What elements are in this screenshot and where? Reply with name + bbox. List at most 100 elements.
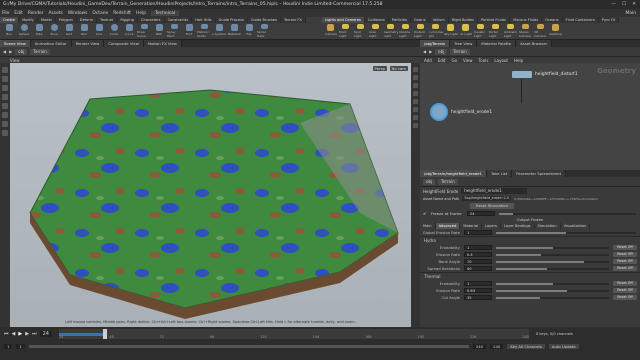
- area-light-tool[interactable]: Area Light: [369, 24, 383, 38]
- range-end-field[interactable]: 240: [472, 343, 487, 349]
- tab-main[interactable]: Main: [420, 223, 436, 229]
- hydro-param-slider[interactable]: [496, 260, 609, 263]
- main-desktop-selector[interactable]: Main: [626, 11, 636, 16]
- null-tool[interactable]: Null: [77, 24, 91, 38]
- distant-light-tool[interactable]: Distant Light: [414, 24, 428, 38]
- hydro-param-field[interactable]: 70: [464, 259, 492, 264]
- display-option-icon[interactable]: [413, 91, 418, 96]
- portal-light-tool[interactable]: Portal Light: [489, 24, 503, 38]
- select-tool-icon[interactable]: [2, 67, 8, 73]
- tube-tool[interactable]: Tube: [32, 24, 46, 38]
- hydro-param-slider[interactable]: [496, 267, 609, 270]
- tab-render-view[interactable]: Render View: [71, 40, 105, 47]
- reset-off-button[interactable]: Reset Off: [613, 252, 637, 257]
- menu-assets[interactable]: Assets: [49, 11, 63, 16]
- draw-curve-tool[interactable]: Draw Curve: [137, 24, 151, 38]
- tab-advanced[interactable]: Advanced: [435, 223, 461, 229]
- reset-simulation-button[interactable]: Reset Simulation: [470, 203, 515, 209]
- grid-tool[interactable]: Grid: [62, 24, 76, 38]
- back-icon[interactable]: ◀: [3, 49, 6, 54]
- forward-icon[interactable]: ▶: [9, 49, 12, 54]
- switcher-tool[interactable]: Switcher: [549, 24, 563, 38]
- tab-layer-bindings[interactable]: Layer Bindings: [500, 223, 535, 229]
- box-tool[interactable]: Box: [2, 24, 16, 38]
- line-tool[interactable]: Line: [92, 24, 106, 38]
- spot-light-tool[interactable]: Spot Light: [354, 24, 368, 38]
- path-crumb-obj[interactable]: obj: [423, 178, 436, 185]
- tab-material[interactable]: Material: [460, 223, 482, 229]
- menu-redshift[interactable]: Redshift: [113, 11, 131, 16]
- display-option-icon[interactable]: [413, 67, 418, 72]
- hydro-param-field[interactable]: 1: [464, 245, 492, 250]
- thermal-param-slider[interactable]: [496, 296, 609, 299]
- path-crumb-node[interactable]: Terrain: [30, 48, 50, 55]
- range-end-field-2[interactable]: 240: [490, 343, 504, 349]
- thermal-param-field[interactable]: 35: [464, 295, 492, 300]
- platonic-tool[interactable]: Platonic Solids: [197, 24, 211, 38]
- volume-light-tool[interactable]: Volume Light: [399, 24, 413, 38]
- ambient-light-tool[interactable]: Ambient Light: [504, 24, 518, 38]
- thermal-param-field[interactable]: 0.63: [464, 288, 492, 293]
- display-option-icon[interactable]: [413, 83, 418, 88]
- reset-off-button[interactable]: Reset Off: [613, 295, 637, 300]
- tab-visualization[interactable]: Visualization: [560, 223, 591, 229]
- camera-tool[interactable]: Camera: [324, 24, 338, 38]
- view-tool-icon[interactable]: [2, 121, 8, 127]
- display-option-icon[interactable]: [413, 123, 418, 128]
- thermal-param-field[interactable]: 1: [464, 281, 492, 286]
- display-option-icon[interactable]: [413, 107, 418, 112]
- tab-motion-fx-view[interactable]: Motion FX View: [143, 40, 182, 47]
- node-heightfield-distort[interactable]: heightfield_distort1: [512, 71, 578, 78]
- sphere-tool[interactable]: Sphere: [17, 24, 31, 38]
- torus-tool[interactable]: Torus: [47, 24, 61, 38]
- metaball-tool[interactable]: Metaball: [227, 24, 241, 38]
- range-start-field-2[interactable]: 1: [16, 343, 25, 349]
- spiral-tool[interactable]: Spiral Helix: [257, 24, 271, 38]
- node-name-field[interactable]: heightfield_erode1: [461, 188, 528, 194]
- persp-menu[interactable]: Persp: [372, 66, 387, 71]
- hydro-param-field[interactable]: 40: [464, 266, 492, 271]
- path-crumb-node[interactable]: Terrain: [438, 178, 458, 185]
- camera-menu[interactable]: No cam: [389, 66, 408, 71]
- menu-file[interactable]: File: [2, 11, 9, 16]
- path-tool[interactable]: Path: [152, 24, 166, 38]
- file-tool[interactable]: File: [242, 24, 256, 38]
- stereo-camera-tool[interactable]: Stereo Camera: [519, 24, 533, 38]
- display-option-icon[interactable]: [413, 115, 418, 120]
- lsystem-tool[interactable]: L-System: [212, 24, 226, 38]
- maximize-icon[interactable]: ☐: [622, 2, 626, 7]
- freeze-checkbox[interactable]: ✔: [420, 211, 431, 216]
- tab-simulation[interactable]: Simulation: [534, 223, 561, 229]
- tab-scene-view[interactable]: Scene View: [0, 40, 31, 47]
- tab-parameters[interactable]: /obj/Terrain/heightfield_erode1: [420, 170, 487, 177]
- menu-octane[interactable]: Octane: [92, 11, 108, 16]
- caustic-light-tool[interactable]: Caustic Light: [474, 24, 488, 38]
- node-heightfield-erode[interactable]: heightfield_erode1: [430, 103, 492, 121]
- time-slider[interactable]: 24 48 72 96 120 144 168 192 216 240: [58, 329, 529, 339]
- step-forward-icon[interactable]: ▶: [25, 331, 29, 337]
- hydro-param-slider[interactable]: [496, 246, 609, 249]
- tab-parameter-spreadsheet[interactable]: Parameter Spreadsheet: [512, 170, 567, 177]
- tab-asset-browser[interactable]: Asset Browser: [516, 40, 553, 47]
- build-selector[interactable]: Technical: [151, 10, 180, 16]
- spray-paint-tool[interactable]: Spray Paint: [167, 24, 181, 38]
- tab-tree-view[interactable]: Tree View: [450, 40, 478, 47]
- reset-off-button[interactable]: Reset Off: [613, 288, 637, 293]
- curve-tool[interactable]: Curve: [122, 24, 136, 38]
- menu-edit[interactable]: Edit: [14, 11, 23, 16]
- path-crumb-node[interactable]: Terrain: [450, 48, 470, 55]
- snap-tool-icon[interactable]: [2, 130, 8, 136]
- display-option-icon[interactable]: [413, 75, 418, 80]
- font-tool[interactable]: Font: [182, 24, 196, 38]
- path-crumb-obj[interactable]: obj: [15, 48, 28, 55]
- play-icon[interactable]: ▶: [18, 331, 22, 337]
- tab-layers[interactable]: Layers: [481, 223, 501, 229]
- handle-tool-icon[interactable]: [2, 103, 8, 109]
- hydro-param-slider[interactable]: [496, 253, 609, 256]
- thermal-section[interactable]: Thermal: [420, 272, 640, 280]
- last-frame-icon[interactable]: ⏭: [32, 331, 37, 337]
- tab-animation-editor[interactable]: Animation Editor: [30, 40, 72, 47]
- tab-material-palette[interactable]: Material Palette: [477, 40, 517, 47]
- menu-windows[interactable]: Windows: [68, 11, 88, 16]
- forward-icon[interactable]: ▶: [429, 49, 432, 54]
